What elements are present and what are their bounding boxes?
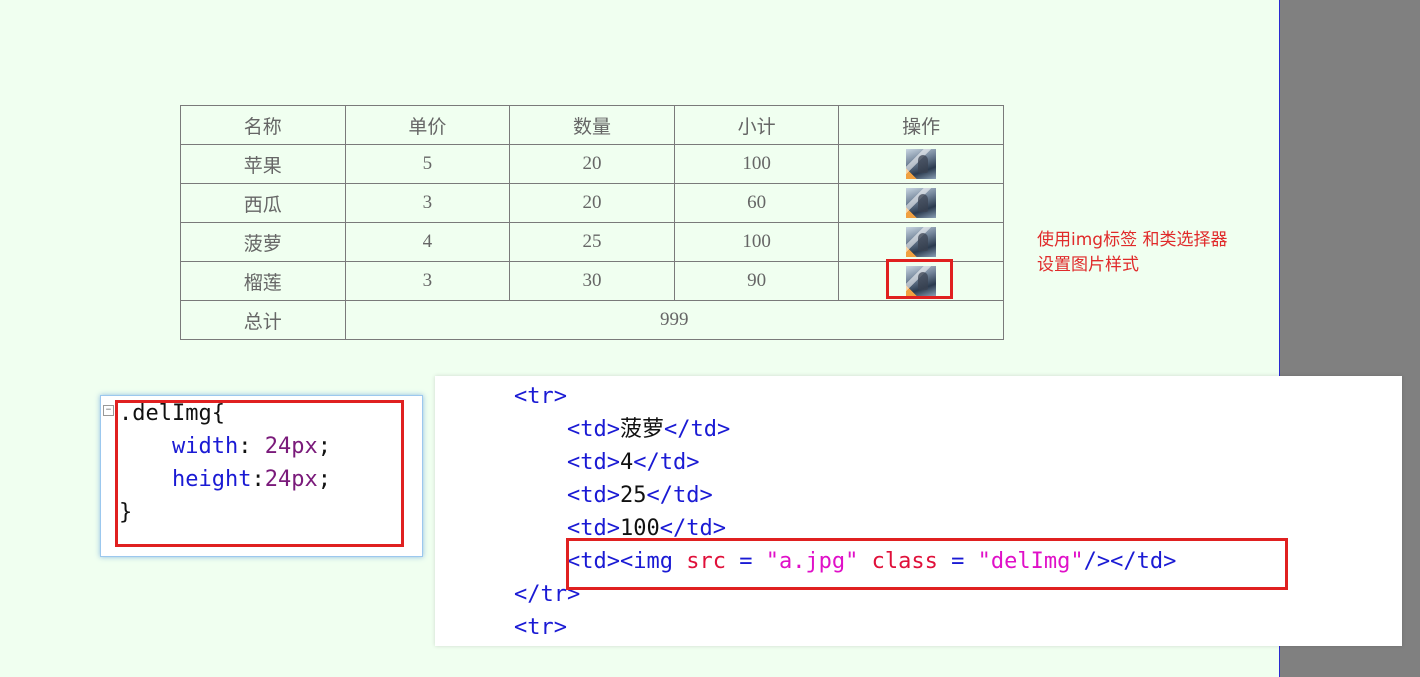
code-td-close: </td> [663,417,731,442]
table-row: 菠萝 4 25 100 [180,222,1004,262]
thumbnail-image-icon[interactable] [906,188,937,218]
cell-name: 菠萝 [180,222,346,262]
image-cell-highlight [886,259,953,299]
cell-price: 3 [344,183,511,223]
header-action: 操作 [838,105,1004,145]
annotation-line-1: 使用img标签 和类选择器 [1037,230,1228,250]
cell-subtotal: 90 [673,261,840,301]
html-code-block: <tr> <td>菠萝</td> <td>4</td> <td>25</td> … [514,380,1176,644]
product-table: 名称 单价 数量 小计 操作 苹果 5 20 100 西瓜 3 20 60 菠萝… [180,105,1005,340]
total-value: 999 [344,300,1005,340]
thumbnail-image-icon[interactable] [906,149,937,179]
cell-name: 榴莲 [180,261,346,301]
table-row: 苹果 5 20 100 [180,144,1004,184]
cell-action [838,222,1004,262]
table-total-row: 总计 999 [180,300,1005,340]
code-td-open: <td> [566,417,620,442]
annotation-line-2: 设置图片样式 [1037,255,1139,275]
code-cell-qty: 25 [619,483,647,508]
code-td-close: </td> [633,450,700,475]
cell-subtotal: 100 [673,222,840,262]
css-rule-highlight [115,400,404,547]
cell-price: 4 [344,222,511,262]
annotation-note: 使用img标签 和类选择器 设置图片样式 [1037,228,1267,278]
cell-name: 西瓜 [180,183,346,223]
cell-action [838,183,1004,223]
cell-subtotal: 100 [673,144,840,184]
cell-quantity: 30 [509,261,675,301]
header-name: 名称 [180,105,346,145]
total-label: 总计 [180,300,346,340]
html-code-panel: <tr> <td>菠萝</td> <td>4</td> <td>25</td> … [435,376,1402,646]
cell-price: 3 [344,261,511,301]
img-tag-highlight [566,538,1288,590]
cell-quantity: 25 [509,222,675,262]
cell-name: 苹果 [180,144,346,184]
code-tr-open: <tr> [514,615,567,640]
code-td-open: <td> [566,483,620,508]
cell-price: 5 [344,144,511,184]
cell-quantity: 20 [509,183,675,223]
code-cell-name: 菠萝 [619,417,664,442]
code-tr-open: <tr> [514,384,567,409]
header-subtotal: 小计 [673,105,840,145]
cell-action [838,144,1004,184]
cell-subtotal: 60 [673,183,840,223]
table-header-row: 名称 单价 数量 小计 操作 [180,105,1004,145]
code-td-open: <td> [566,450,620,475]
header-quantity: 数量 [509,105,675,145]
code-cell-price: 4 [619,450,634,475]
thumbnail-image-icon[interactable] [906,227,937,257]
collapse-icon[interactable]: − [103,405,114,416]
cell-quantity: 20 [509,144,675,184]
header-price: 单价 [344,105,511,145]
code-td-close: </td> [646,483,713,508]
table-row: 榴莲 3 30 90 [180,261,1004,301]
css-code-panel: − .delImg{ width: 24px; height:24px; } [100,395,423,557]
table-row: 西瓜 3 20 60 [180,183,1004,223]
